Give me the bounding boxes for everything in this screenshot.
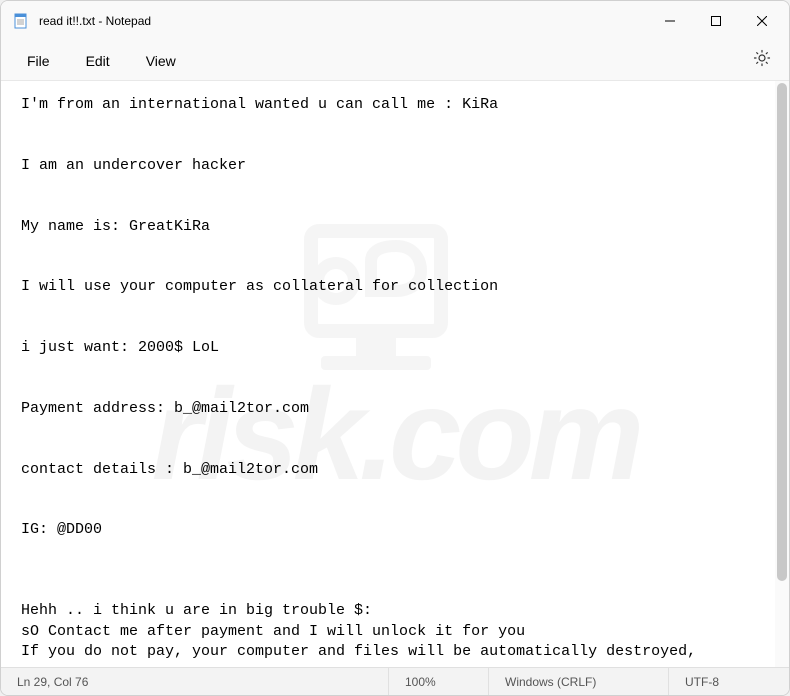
close-button[interactable] [739, 1, 785, 41]
maximize-button[interactable] [693, 1, 739, 41]
scrollbar-thumb[interactable] [777, 83, 787, 581]
notepad-icon [13, 13, 29, 29]
status-zoom: 100% [389, 668, 489, 695]
window-controls [647, 1, 785, 41]
menu-left: File Edit View [13, 47, 190, 75]
text-editor[interactable]: I'm from an international wanted u can c… [1, 81, 789, 667]
menu-bar: File Edit View [1, 41, 789, 81]
status-eol: Windows (CRLF) [489, 668, 669, 695]
status-encoding: UTF-8 [669, 668, 789, 695]
title-bar: read it!!.txt - Notepad [1, 1, 789, 41]
notepad-window: read it!!.txt - Notepad File Edit View [0, 0, 790, 696]
status-position: Ln 29, Col 76 [1, 668, 389, 695]
menu-file[interactable]: File [13, 47, 64, 75]
gear-icon [753, 49, 771, 72]
settings-button[interactable] [747, 43, 777, 78]
menu-edit[interactable]: Edit [72, 47, 124, 75]
content-area: risk.com I'm from an international wante… [1, 81, 789, 667]
minimize-button[interactable] [647, 1, 693, 41]
title-left: read it!!.txt - Notepad [13, 13, 151, 29]
vertical-scrollbar[interactable] [775, 81, 789, 667]
menu-view[interactable]: View [132, 47, 190, 75]
window-title: read it!!.txt - Notepad [39, 14, 151, 28]
status-bar: Ln 29, Col 76 100% Windows (CRLF) UTF-8 [1, 667, 789, 695]
